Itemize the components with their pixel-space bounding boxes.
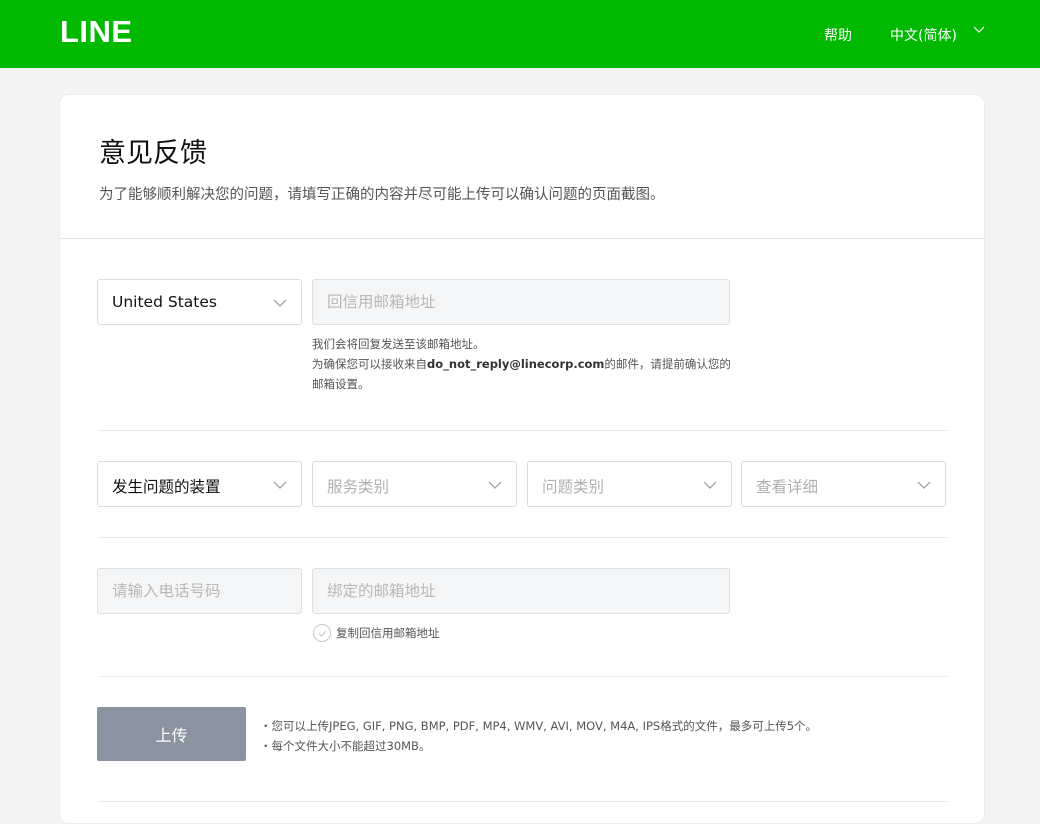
header-divider <box>60 238 986 239</box>
linked-email-input[interactable] <box>312 568 730 614</box>
page-subtitle: 为了能够顺利解决您的问题，请填写正确的内容并尽可能上传可以确认问题的页面截图。 <box>99 187 665 203</box>
detail-select[interactable]: 查看详细 <box>741 461 946 507</box>
service-category-select[interactable]: 服务类别 <box>312 461 517 507</box>
section-divider <box>98 801 948 802</box>
chevron-down-icon <box>917 481 931 489</box>
issue-category-placeholder: 问题类别 <box>542 478 605 496</box>
check-icon <box>318 630 327 637</box>
phone-input[interactable] <box>97 568 302 614</box>
service-category-placeholder: 服务类别 <box>327 478 390 496</box>
reply-help-line2-prefix: 为确保您可以接收来自 <box>312 357 427 371</box>
chevron-down-icon <box>273 481 287 489</box>
section-divider <box>98 676 948 677</box>
reply-help-line2-suffix: 的邮件，请提前确认您的 <box>604 357 731 371</box>
country-select[interactable]: United States <box>97 279 302 325</box>
detail-placeholder: 查看详细 <box>756 478 819 496</box>
country-select-value: United States <box>112 293 217 311</box>
upload-note-size: ・每个文件大小不能超过30MB。 <box>260 739 431 753</box>
reply-help-line3: 邮箱设置。 <box>312 377 370 391</box>
chevron-down-icon[interactable] <box>973 26 985 34</box>
checkbox-circle[interactable] <box>313 624 331 642</box>
feedback-form-card: 意见反馈 为了能够顺利解决您的问题，请填写正确的内容并尽可能上传可以确认问题的页… <box>59 94 986 824</box>
chevron-down-icon <box>488 481 502 489</box>
top-navigation-bar: LINE 帮助 中文(简体) <box>0 0 1040 68</box>
upload-note-formats: ・您可以上传JPEG, GIF, PNG, BMP, PDF, MP4, WMV… <box>260 719 818 733</box>
section-divider <box>98 430 948 431</box>
reply-email-input[interactable] <box>312 279 730 325</box>
reply-email-help: 我们会将回复发送至该邮箱地址。 为确保您可以接收来自do_not_reply@l… <box>312 334 742 394</box>
section-divider <box>98 537 948 538</box>
upload-button[interactable]: 上传 <box>97 707 246 761</box>
line-logo[interactable]: LINE <box>60 14 133 50</box>
chevron-down-icon <box>273 299 287 307</box>
chevron-down-icon <box>703 481 717 489</box>
device-select[interactable]: 发生问题的装置 <box>97 461 302 507</box>
copy-reply-email-label: 复制回信用邮箱地址 <box>336 626 440 640</box>
issue-category-select[interactable]: 问题类别 <box>527 461 732 507</box>
noreply-email-address: do_not_reply@linecorp.com <box>427 357 605 371</box>
help-link[interactable]: 帮助 <box>824 25 852 45</box>
device-select-value: 发生问题的装置 <box>112 478 221 496</box>
reply-help-line1: 我们会将回复发送至该邮箱地址。 <box>312 337 485 351</box>
page-title: 意见反馈 <box>99 138 207 169</box>
language-selector[interactable]: 中文(简体) <box>890 25 957 45</box>
